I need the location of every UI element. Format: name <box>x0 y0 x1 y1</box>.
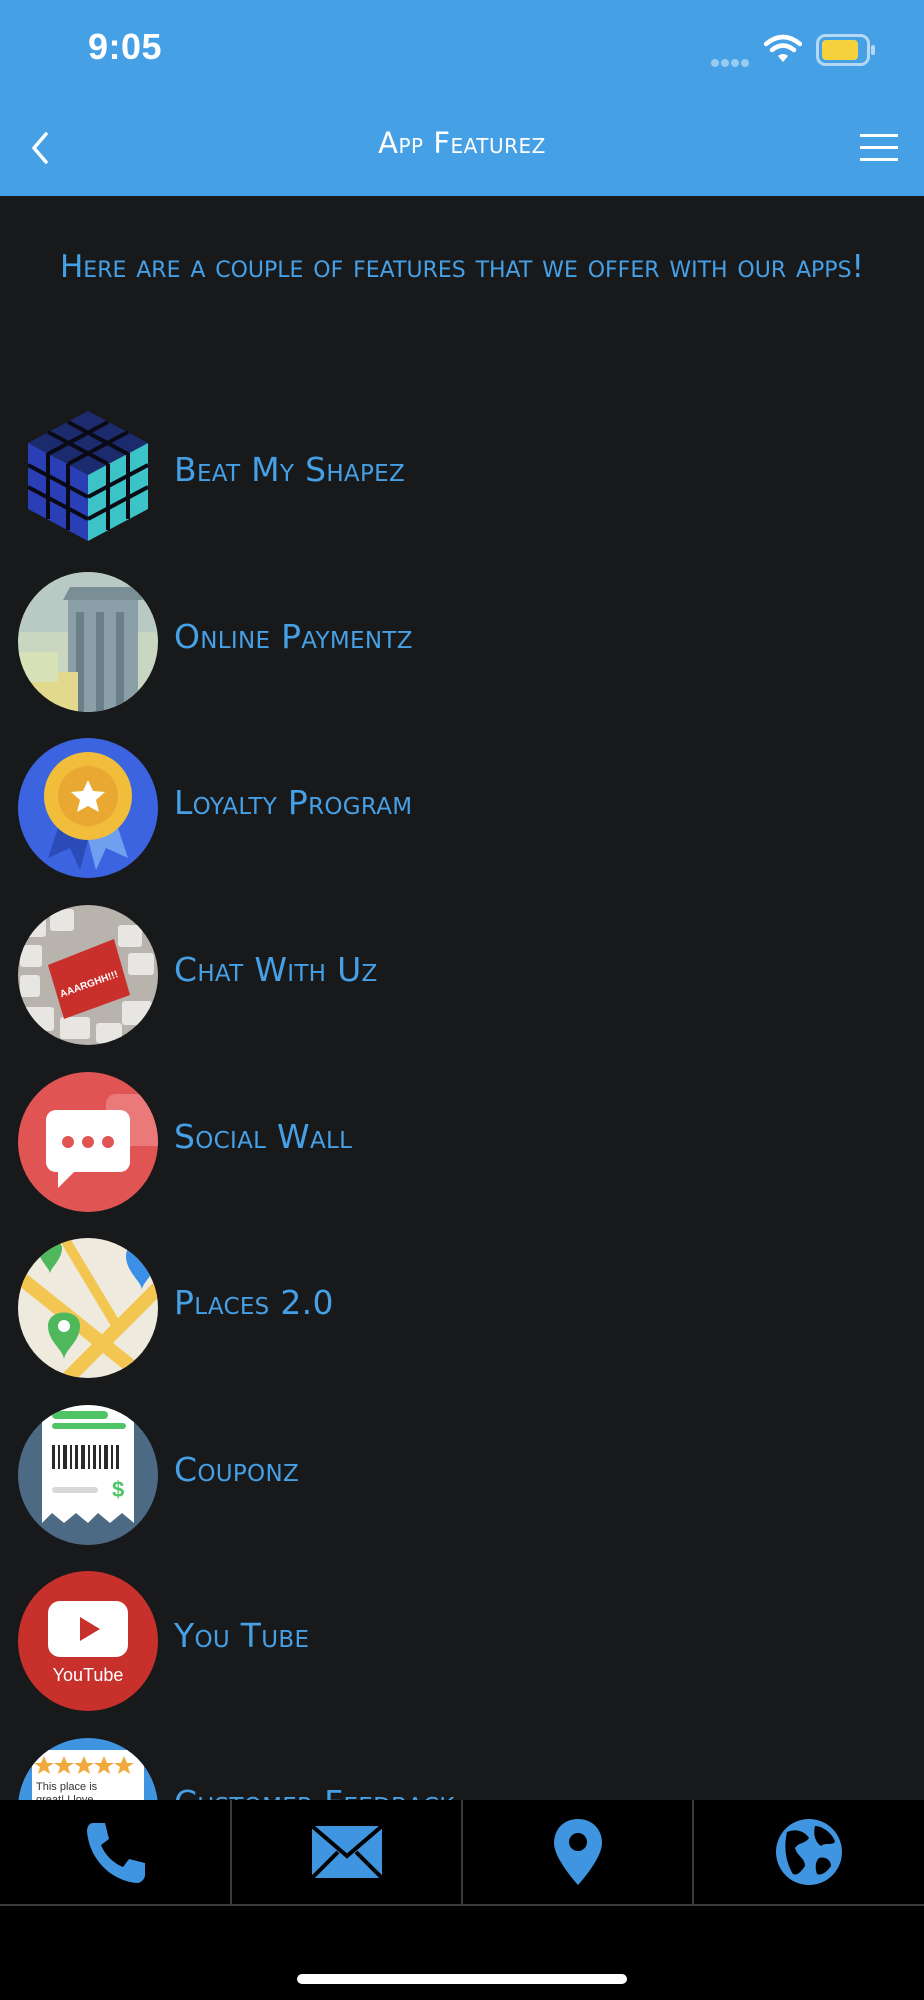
bottom-tab-bar <box>0 1800 924 1906</box>
menu-button[interactable] <box>858 122 900 172</box>
award-badge-icon <box>18 738 158 878</box>
website-button[interactable] <box>693 1800 924 1904</box>
feature-label: Customer Feedback <box>174 1783 455 1800</box>
feature-label: You Tube <box>174 1616 310 1655</box>
hamburger-menu-icon <box>860 134 898 161</box>
globe-icon <box>775 1819 842 1885</box>
chat-bubble-icon <box>18 1072 158 1212</box>
wifi-icon <box>764 34 802 62</box>
feature-label: Social Wall <box>174 1117 353 1156</box>
feature-list: Beat My Shapez Online Paymentz Loyalty P… <box>0 400 924 1800</box>
feature-item-places[interactable]: Places 2.0 <box>0 1233 924 1383</box>
review-stars-icon: This place isgreat! I lovecoming here :) <box>18 1738 158 1800</box>
mail-icon <box>310 1824 383 1880</box>
phone-button[interactable] <box>0 1800 231 1904</box>
youtube-thumb-text: YouTube <box>53 1665 124 1685</box>
feature-label: Beat My Shapez <box>174 450 406 489</box>
feature-item-online-paymentz[interactable]: Online Paymentz <box>0 567 924 717</box>
feature-item-you-tube[interactable]: YouTube You Tube <box>0 1566 924 1716</box>
status-bar: 9:05 <box>0 0 924 100</box>
cube-puzzle-icon <box>18 405 158 545</box>
svg-text:$: $ <box>112 1477 124 1502</box>
home-indicator[interactable] <box>297 1974 627 1984</box>
youtube-icon: YouTube <box>18 1571 158 1711</box>
feature-label: Places 2.0 <box>174 1283 334 1322</box>
status-time: 9:05 <box>88 26 163 67</box>
email-button[interactable] <box>231 1800 462 1904</box>
location-button[interactable] <box>462 1800 693 1904</box>
intro-text: Here are a couple of features that we of… <box>60 249 864 285</box>
feature-label: Online Paymentz <box>174 617 413 656</box>
battery-icon <box>816 34 875 66</box>
feature-label: Chat With Uz <box>174 950 378 989</box>
banknote-icon <box>18 572 158 712</box>
map-pin-icon <box>18 1238 158 1378</box>
keyboard-icon: AAARGHH!!! <box>18 905 158 1045</box>
receipt-icon: $ <box>18 1405 158 1545</box>
cellular-signal-icon <box>711 52 753 67</box>
home-indicator-area <box>0 1906 924 2000</box>
feature-item-beat-my-shapez[interactable]: Beat My Shapez <box>0 400 924 550</box>
feature-item-chat-with-uz[interactable]: AAARGHH!!! Chat With Uz <box>0 900 924 1050</box>
phone-icon <box>86 1823 145 1883</box>
feature-item-social-wall[interactable]: Social Wall <box>0 1067 924 1217</box>
feature-item-customer-feedback[interactable]: This place isgreat! I lovecoming here :)… <box>0 1733 924 1800</box>
location-pin-icon <box>553 1819 602 1885</box>
feature-item-couponz[interactable]: $ Couponz <box>0 1400 924 1550</box>
feature-label: Couponz <box>174 1450 300 1489</box>
navigation-bar: App Featurez <box>0 100 924 196</box>
page-title: App Featurez <box>378 126 546 160</box>
feature-label: Loyalty Program <box>174 783 413 822</box>
feature-item-loyalty-program[interactable]: Loyalty Program <box>0 733 924 883</box>
